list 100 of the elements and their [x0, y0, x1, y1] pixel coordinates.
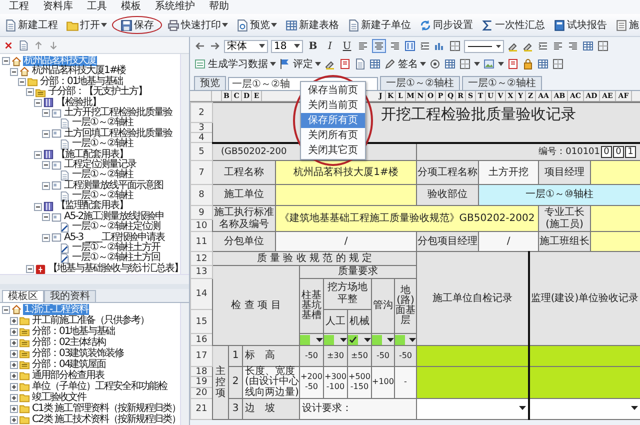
dropdown-arrow-icon[interactable]: [518, 404, 526, 412]
row-number[interactable]: 18: [190, 366, 212, 377]
tree-item[interactable]: 单位（子单位）工程安全和功能检: [31, 381, 168, 392]
font-select[interactable]: 宋体: [224, 40, 268, 52]
collapse-icon[interactable]: [18, 78, 26, 86]
collapse-icon[interactable]: [2, 57, 10, 66]
toolbar-button[interactable]: 试块报告: [550, 16, 610, 34]
checkbox[interactable]: [395, 334, 405, 344]
expand-icon[interactable]: [10, 394, 18, 402]
scrollbar[interactable]: [0, 274, 189, 284]
row-number[interactable]: 15: [190, 310, 212, 334]
checkbox[interactable]: [300, 334, 310, 344]
dropdown-arrow-icon[interactable]: [340, 336, 347, 343]
menu-item[interactable]: 关闭所有页: [301, 128, 365, 143]
row-number[interactable]: 19: [190, 376, 212, 388]
tree-item[interactable]: 一层①～②轴柱定位测: [71, 222, 161, 233]
tree-item[interactable]: C2类 施工技术资料（按新规程归类）: [31, 414, 180, 425]
toolbar-button[interactable]: 打开: [63, 16, 110, 34]
tree-item[interactable]: 杭州品茗科技大厦1#楼: [31, 66, 127, 77]
toolbar-button[interactable]: 同步设置: [416, 16, 476, 34]
expand-icon[interactable]: [10, 316, 18, 324]
tree-item[interactable]: 竣工验收文件: [31, 392, 87, 403]
tree-item[interactable]: 一层①～②轴柱土方回: [71, 253, 161, 264]
collapse-icon[interactable]: [42, 161, 50, 170]
action-button[interactable]: 签名: [384, 57, 426, 71]
menu-item[interactable]: 关闭当前页: [301, 98, 365, 113]
checkbox[interactable]: [324, 334, 334, 344]
toolbar-button[interactable]: 施: [612, 16, 640, 34]
row-number[interactable]: 7: [190, 160, 212, 184]
row-number[interactable]: 13: [190, 266, 212, 278]
menu-item[interactable]: 系统维护: [148, 0, 202, 14]
dropdown-arrow-icon[interactable]: [387, 336, 394, 343]
expand-icon[interactable]: [10, 382, 18, 390]
row-number[interactable]: 12: [190, 252, 212, 266]
scrollbar[interactable]: [180, 54, 189, 274]
collapse-icon[interactable]: [42, 213, 50, 222]
collapse-icon[interactable]: [10, 68, 18, 76]
tab[interactable]: 我的资料: [44, 290, 96, 302]
tree-item[interactable]: 一层①～②轴柱: [71, 170, 134, 181]
row-number[interactable]: 8: [190, 184, 212, 206]
checkbox[interactable]: [348, 334, 358, 344]
collapse-icon[interactable]: [42, 182, 50, 190]
collapse-icon[interactable]: [26, 265, 34, 273]
row-number[interactable]: 9: [190, 206, 212, 220]
action-button[interactable]: 生成学习数据: [194, 57, 276, 71]
row-number[interactable]: 4: [190, 132, 212, 142]
expand-icon[interactable]: [10, 360, 18, 368]
row-number[interactable]: 2: [190, 102, 212, 122]
row-number[interactable]: 16: [190, 334, 212, 346]
sheet-tab[interactable]: 一层①～②轴柱: [462, 76, 542, 90]
toolbar-button[interactable]: 保存: [112, 16, 162, 34]
tree-item[interactable]: 【地基与基础验收与统计汇总表】: [47, 264, 180, 274]
expand-icon[interactable]: [10, 372, 18, 380]
format-button[interactable]: U: [340, 40, 354, 52]
row-number[interactable]: 17: [190, 346, 212, 366]
toolbar-button[interactable]: 快速打印: [164, 16, 231, 34]
expand-icon[interactable]: [10, 338, 18, 346]
format-button[interactable]: I: [323, 40, 337, 52]
tree-item[interactable]: 1.浙江-工程资料: [23, 304, 90, 315]
tree-item[interactable]: 分部：03建筑装饰装修: [31, 348, 125, 359]
menu-item[interactable]: 资料库: [36, 0, 80, 14]
sheet-tab[interactable]: 一层①～②轴柱: [380, 76, 460, 90]
collapse-icon[interactable]: [42, 109, 50, 118]
action-button[interactable]: 评定: [279, 57, 321, 71]
row-number[interactable]: 20: [190, 387, 212, 398]
tree-item[interactable]: 分部：04建筑屋面: [31, 359, 107, 370]
row-number[interactable]: 11: [190, 232, 212, 252]
tree-item[interactable]: 【施工配套用表】: [55, 150, 129, 160]
collapse-icon[interactable]: [26, 88, 34, 96]
toolbar-button[interactable]: 一次性汇总: [478, 16, 548, 34]
tree-item[interactable]: 一层①～②轴柱: [71, 118, 134, 129]
dropdown-arrow-icon[interactable]: [316, 336, 323, 343]
expand-icon[interactable]: [10, 416, 18, 424]
row-number[interactable]: 14: [190, 278, 212, 310]
row-number[interactable]: 3: [190, 122, 212, 132]
row-number[interactable]: 21: [190, 398, 212, 420]
format-button[interactable]: B: [306, 40, 320, 52]
tab[interactable]: 模板区: [2, 290, 44, 302]
collapse-icon[interactable]: [42, 130, 50, 138]
dropdown-arrow-icon[interactable]: [631, 404, 638, 412]
size-select[interactable]: 18: [271, 40, 303, 52]
toolbar-button[interactable]: 预览: [233, 16, 280, 34]
tree-item[interactable]: 通用部分检查用表: [31, 370, 105, 381]
dropdown-arrow-icon[interactable]: [364, 336, 371, 343]
collapse-icon[interactable]: [42, 234, 50, 242]
menu-item[interactable]: 关闭其它页: [301, 143, 365, 158]
tree-item[interactable]: 【检验批】: [55, 98, 102, 108]
menu-item[interactable]: 模板: [114, 0, 148, 14]
collapse-icon[interactable]: [34, 98, 42, 107]
menu-item[interactable]: 工具: [80, 0, 114, 14]
menu-item[interactable]: 帮助: [202, 0, 236, 14]
menu-item[interactable]: 保存所有页: [301, 113, 365, 128]
toolbar-button[interactable]: 新建表格: [282, 16, 342, 34]
sheet-tab[interactable]: 预览: [194, 76, 226, 90]
scrollbar[interactable]: [180, 303, 189, 425]
line-style-select[interactable]: [464, 40, 504, 52]
expand-icon[interactable]: [10, 404, 18, 412]
row-number[interactable]: 5: [190, 142, 212, 160]
checkbox[interactable]: [372, 334, 382, 344]
toolbar-button[interactable]: 新建子单位: [344, 16, 414, 34]
